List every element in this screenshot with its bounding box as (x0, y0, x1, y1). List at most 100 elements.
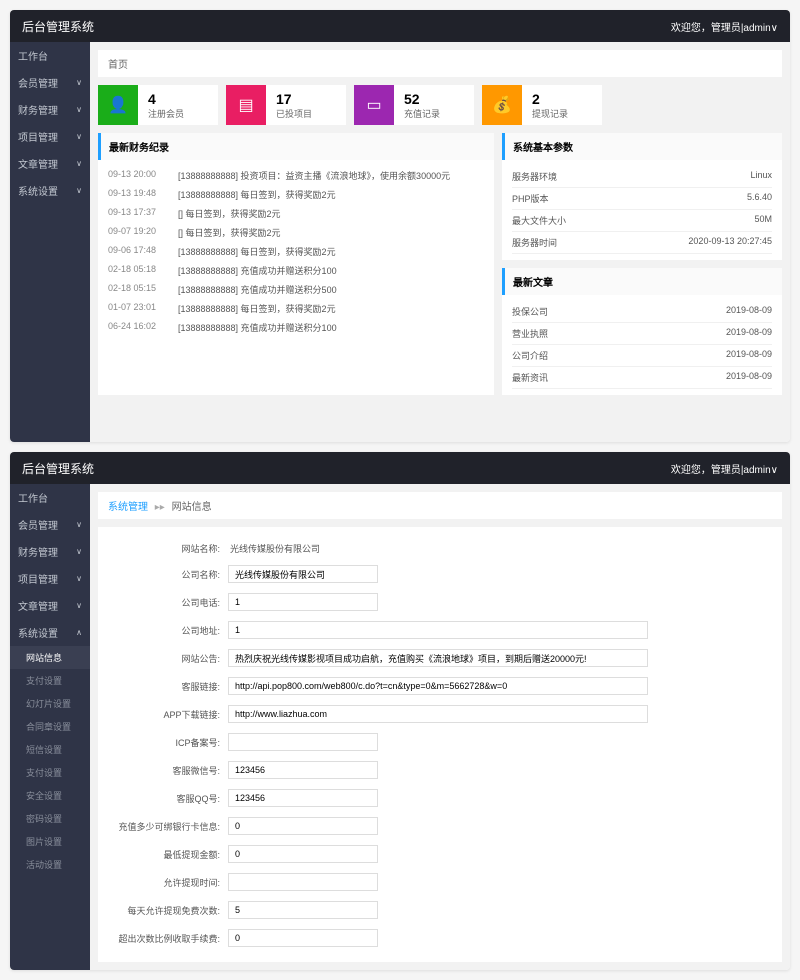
form-label: 超出次数比例收取手续费: (118, 932, 228, 945)
form-row: 公司名称: (118, 560, 762, 588)
sidebar-sub-sms[interactable]: 短信设置 (10, 738, 90, 761)
form-input[interactable] (228, 817, 378, 835)
panel-articles: 最新文章 投保公司2019-08-09营业执照2019-08-09公司介绍201… (502, 268, 782, 395)
log-row: 09-06 17:48 [13888888888] 每日签到，获得奖励2元 (108, 242, 484, 261)
sidebar: 工作台 会员管理∨ 财务管理∨ 项目管理∨ 文章管理∨ 系统设置∧ 网站信息 支… (10, 484, 90, 970)
form-value: 光线传媒股份有限公司 (228, 542, 320, 555)
form-row: 客服链接: (118, 672, 762, 700)
log-time: 09-06 17:48 (108, 245, 168, 258)
form-input[interactable] (228, 565, 378, 583)
form-input[interactable] (228, 733, 378, 751)
header: 后台管理系统 欢迎您，管理员|admin∨ (10, 10, 790, 42)
sysparam-row: 服务器环境Linux (512, 166, 772, 188)
form-label: 公司名称: (118, 568, 228, 581)
form-input[interactable] (228, 761, 378, 779)
form-input[interactable] (228, 621, 648, 639)
log-text: [13888888888] 投资项目：益资主播《流浪地球》，使用余额30000元 (178, 169, 450, 182)
sidebar-sub-security[interactable]: 安全设置 (10, 784, 90, 807)
sidebar-item-article[interactable]: 文章管理∨ (10, 592, 90, 619)
form-label: 网站公告: (118, 652, 228, 665)
main-content: 系统管理 ▸▸ 网站信息 网站名称:光线传媒股份有限公司公司名称:公司电话:公司… (90, 484, 790, 970)
form-input[interactable] (228, 677, 648, 695)
form-input[interactable] (228, 901, 378, 919)
form-row: 客服微信号: (118, 756, 762, 784)
log-time: 02-18 05:15 (108, 283, 168, 296)
screen-dashboard: 后台管理系统 欢迎您，管理员|admin∨ 工作台 会员管理∨ 财务管理∨ 项目… (10, 10, 790, 442)
form-input[interactable] (228, 705, 648, 723)
sidebar-sub-pay2[interactable]: 支付设置 (10, 761, 90, 784)
form-row: 超出次数比例收取手续费: (118, 924, 762, 952)
sidebar-item-workbench[interactable]: 工作台 (10, 484, 90, 511)
user-icon: 👤 (98, 85, 138, 125)
sidebar-item-member[interactable]: 会员管理∨ (10, 511, 90, 538)
form-input[interactable] (228, 845, 378, 863)
sidebar-sub-password[interactable]: 密码设置 (10, 807, 90, 830)
sidebar-item-article[interactable]: 文章管理∨ (10, 150, 90, 177)
sidebar-sub-pay[interactable]: 支付设置 (10, 669, 90, 692)
article-row[interactable]: 投保公司2019-08-09 (512, 301, 772, 323)
form-input[interactable] (228, 789, 378, 807)
form-row: 公司电话: (118, 588, 762, 616)
log-text: [13888888888] 充值成功并赠送积分100 (178, 264, 337, 277)
form-input[interactable] (228, 593, 378, 611)
log-time: 09-13 19:48 (108, 188, 168, 201)
list-icon: ▤ (226, 85, 266, 125)
form-input[interactable] (228, 649, 648, 667)
sidebar-item-project[interactable]: 项目管理∨ (10, 565, 90, 592)
article-row[interactable]: 营业执照2019-08-09 (512, 323, 772, 345)
log-row: 02-18 05:15[13888888888] 充值成功并赠送积分500 (108, 280, 484, 299)
sidebar-item-system[interactable]: 系统设置∧ (10, 619, 90, 646)
log-time: 06-24 16:02 (108, 321, 168, 334)
log-row: 09-13 17:37[] 每日签到，获得奖励2元 (108, 204, 484, 223)
form-input[interactable] (228, 873, 378, 891)
money-icon: 💰 (482, 85, 522, 125)
sidebar-item-finance[interactable]: 财务管理∨ (10, 96, 90, 123)
sidebar-item-system[interactable]: 系统设置∨ (10, 177, 90, 204)
log-row: 02-18 05:18 [13888888888] 充值成功并赠送积分100 (108, 261, 484, 280)
stat-withdraw[interactable]: 💰 2提现记录 (482, 85, 602, 125)
form-row: 每天允许提现免费次数: (118, 896, 762, 924)
panel-finance-log: 最新财务纪录 09-13 20:00[13888888888] 投资项目：益资主… (98, 133, 494, 395)
article-row[interactable]: 公司介绍2019-08-09 (512, 345, 772, 367)
form-row: 网站名称:光线传媒股份有限公司 (118, 537, 762, 560)
sidebar-sub-image[interactable]: 图片设置 (10, 830, 90, 853)
sidebar: 工作台 会员管理∨ 财务管理∨ 项目管理∨ 文章管理∨ 系统设置∨ (10, 42, 90, 442)
log-time: 09-13 20:00 (108, 169, 168, 182)
log-text: [13888888888] 每日签到，获得奖励2元 (178, 245, 336, 258)
log-time: 09-13 17:37 (108, 207, 168, 220)
sidebar-sub-slide[interactable]: 幻灯片设置 (10, 692, 90, 715)
sidebar-item-member[interactable]: 会员管理∨ (10, 69, 90, 96)
form-row: 客服QQ号: (118, 784, 762, 812)
app-title: 后台管理系统 (22, 460, 94, 477)
form-label: 客服QQ号: (118, 792, 228, 805)
sidebar-item-project[interactable]: 项目管理∨ (10, 123, 90, 150)
stat-members[interactable]: 👤 4注册会员 (98, 85, 218, 125)
log-text: [13888888888] 每日签到，获得奖励2元 (178, 302, 336, 315)
log-time: 02-18 05:18 (108, 264, 168, 277)
stat-recharge[interactable]: ▭ 52充值记录 (354, 85, 474, 125)
sidebar-sub-activity[interactable]: 活动设置 (10, 853, 90, 876)
settings-form: 网站名称:光线传媒股份有限公司公司名称: 公司电话: 公司地址: 网站公告: 客服链接:… (98, 527, 782, 962)
stats-row: 👤 4注册会员 ▤ 17已投项目 ▭ 52充值记录 💰 2提现记录 (98, 85, 782, 125)
sidebar-sub-contract[interactable]: 合同章设置 (10, 715, 90, 738)
article-row[interactable]: 最新资讯2019-08-09 (512, 367, 772, 389)
log-text: [13888888888] 充值成功并赠送积分100 (178, 321, 337, 334)
form-label: 公司地址: (118, 624, 228, 637)
form-row: 充值多少可绑银行卡信息: (118, 812, 762, 840)
sidebar-item-finance[interactable]: 财务管理∨ (10, 538, 90, 565)
log-row: 09-13 19:48[13888888888] 每日签到，获得奖励2元 (108, 185, 484, 204)
sysparam-row: 最大文件大小50M (512, 210, 772, 232)
sidebar-item-workbench[interactable]: 工作台 (10, 42, 90, 69)
log-time: 09-07 19:20 (108, 226, 168, 239)
form-input[interactable] (228, 929, 378, 947)
user-info[interactable]: 欢迎您，管理员|admin∨ (671, 461, 778, 476)
form-label: 客服微信号: (118, 764, 228, 777)
user-info[interactable]: 欢迎您，管理员|admin∨ (671, 19, 778, 34)
form-label: 每天允许提现免费次数: (118, 904, 228, 917)
screen-site-settings: 后台管理系统 欢迎您，管理员|admin∨ 工作台 会员管理∨ 财务管理∨ 项目… (10, 452, 790, 970)
sidebar-sub-siteinfo[interactable]: 网站信息 (10, 646, 90, 669)
stat-projects[interactable]: ▤ 17已投项目 (226, 85, 346, 125)
form-row: ICP备案号: (118, 728, 762, 756)
form-label: 客服链接: (118, 680, 228, 693)
log-text: [] 每日签到，获得奖励2元 (178, 226, 281, 239)
